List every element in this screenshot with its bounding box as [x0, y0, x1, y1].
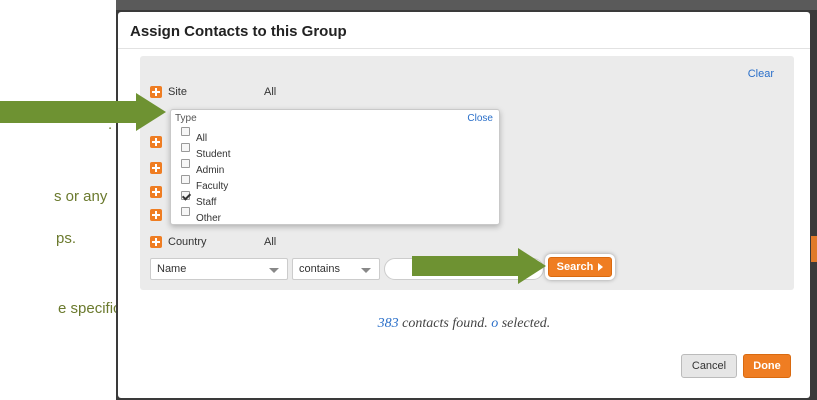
- checkbox[interactable]: [181, 159, 190, 168]
- type-option-student[interactable]: Student: [181, 143, 231, 160]
- play-arrow-icon: [598, 263, 604, 271]
- checkbox[interactable]: [181, 143, 190, 152]
- filter-value: All: [264, 86, 277, 98]
- plus-icon[interactable]: [150, 136, 162, 148]
- filter-label: Site: [168, 86, 187, 98]
- popup-title: Type: [175, 113, 197, 124]
- search-button-label: Search: [556, 261, 594, 273]
- plus-icon[interactable]: [150, 236, 162, 248]
- option-label: Other: [196, 213, 222, 224]
- search-operator-select[interactable]: contains: [292, 258, 380, 280]
- plus-icon[interactable]: [150, 186, 162, 198]
- filter-value: All: [264, 236, 277, 248]
- annotation-arrow-shaft: [0, 101, 138, 123]
- annotation-arrow-shaft: [412, 256, 520, 276]
- filter-label: Country: [168, 236, 207, 248]
- backdrop-header: [116, 0, 817, 10]
- type-option-all[interactable]: All: [181, 127, 208, 144]
- backdrop-accent-tab: [811, 236, 817, 262]
- clear-link[interactable]: Clear: [748, 68, 774, 80]
- filter-country[interactable]: Country: [150, 234, 207, 250]
- dialog-title: Assign Contacts to this Group: [130, 23, 347, 40]
- search-button[interactable]: Search: [548, 257, 612, 277]
- checkbox[interactable]: [181, 207, 190, 216]
- results-summary: 383 contacts found. o selected.: [118, 316, 810, 332]
- doc-text-fragment: s or any: [54, 188, 108, 205]
- doc-text-fragment: ps.: [56, 230, 77, 247]
- results-text: contacts found.: [398, 316, 492, 331]
- chevron-down-icon: [269, 268, 279, 273]
- type-option-other[interactable]: Other: [181, 207, 222, 224]
- contacts-count[interactable]: 383: [378, 316, 399, 331]
- done-button[interactable]: Done: [743, 354, 791, 378]
- type-option-admin[interactable]: Admin: [181, 159, 225, 176]
- divider: [118, 48, 810, 49]
- type-filter-popup: Type Close All Student Admin Faculty Sta…: [170, 109, 500, 225]
- close-link[interactable]: Close: [467, 113, 493, 124]
- annotation-arrow-icon: [518, 248, 546, 284]
- cancel-button[interactable]: Cancel: [681, 354, 737, 378]
- option-label: Faculty: [196, 181, 229, 192]
- select-value: Name: [157, 263, 187, 275]
- checkbox-checked[interactable]: [181, 191, 190, 200]
- annotation-arrow-icon: [136, 93, 166, 131]
- type-option-faculty[interactable]: Faculty: [181, 175, 229, 192]
- plus-icon[interactable]: [150, 209, 162, 221]
- results-text: selected.: [498, 316, 551, 331]
- checkbox[interactable]: [181, 175, 190, 184]
- chevron-down-icon: [361, 268, 371, 273]
- doc-text-fragment: e specific: [58, 300, 121, 317]
- option-label: All: [196, 133, 208, 144]
- option-label: Student: [196, 149, 231, 160]
- plus-icon[interactable]: [150, 162, 162, 174]
- option-label: Staff: [196, 197, 217, 208]
- select-value: contains: [299, 263, 340, 275]
- type-option-staff[interactable]: Staff: [181, 191, 217, 208]
- option-label: Admin: [196, 165, 225, 176]
- checkbox[interactable]: [181, 127, 190, 136]
- search-field-select[interactable]: Name: [150, 258, 288, 280]
